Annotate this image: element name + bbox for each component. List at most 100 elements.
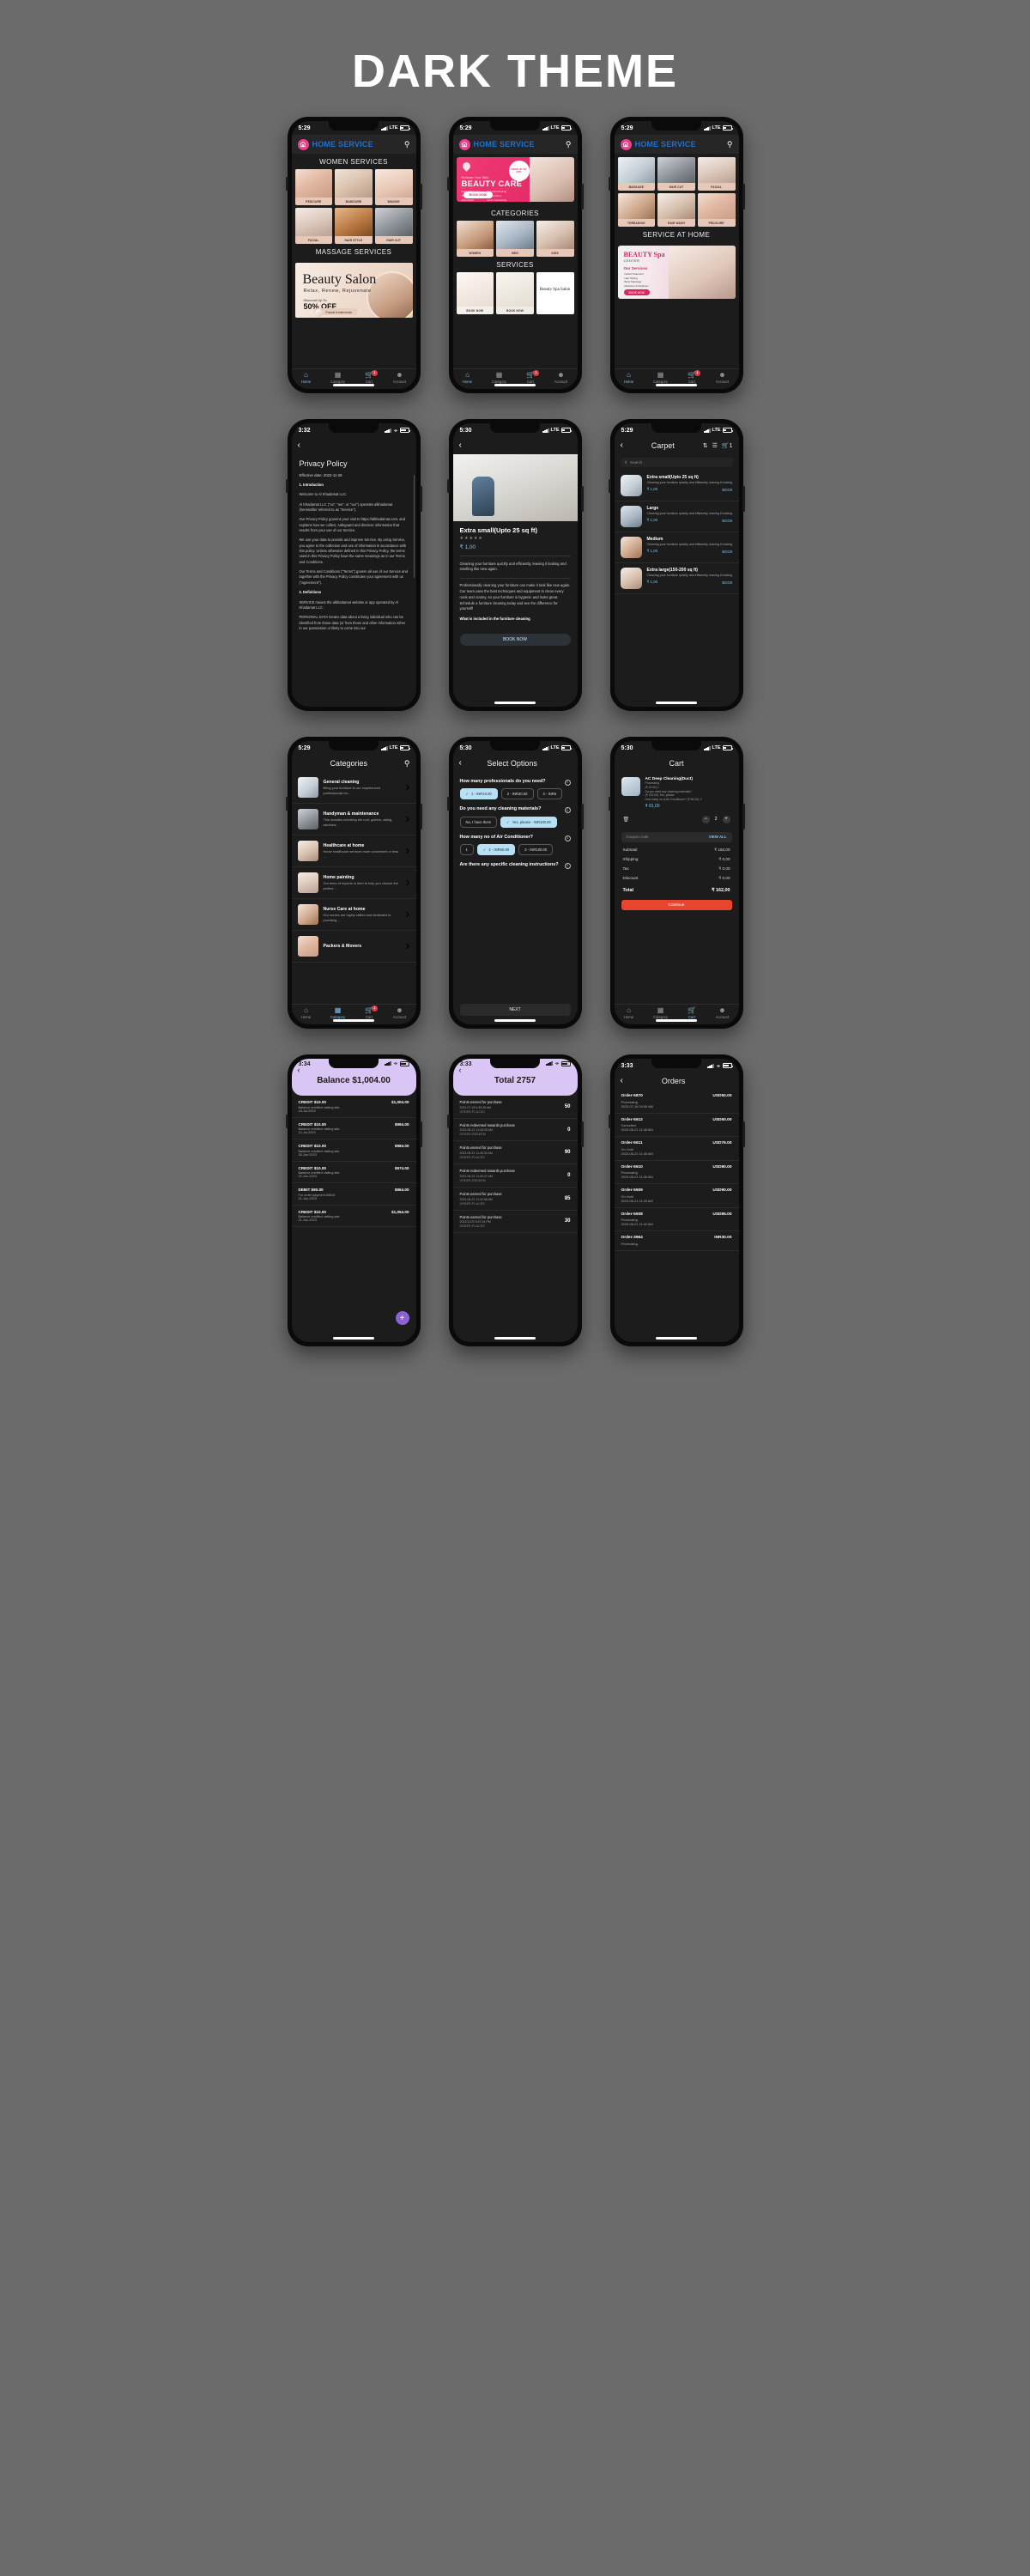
list-item[interactable]: Order-5512 USD50.00 Cancelled 2023-06-21 11… [614,1114,739,1137]
option-chip[interactable]: No, I have them [459,816,498,828]
tab-account[interactable]: ☻ Account [716,371,729,384]
tab-category[interactable]: ▦ Category [492,371,506,384]
list-item[interactable]: Points earned for purchase 2023-07-18 4:3… [452,1096,578,1119]
book-now-button[interactable]: BOOK NOW [459,633,571,646]
info-icon[interactable]: i [564,780,571,786]
list-item[interactable]: Extra large(150-200 sq ft) Cleaning your… [614,563,739,594]
promo-banner-beauty-salon[interactable]: Beauty Salon Relax, Renew, Rejuvenate Di… [294,263,413,318]
tab-cart[interactable]: 🛒 1 Cart [365,1005,378,1019]
list-item[interactable]: Medium Cleaning your furniture quickly a… [614,532,739,563]
list-item[interactable]: CREDIT $10.00 $974.00 Balance credited vis… [291,1162,416,1183]
back-button[interactable]: ‹ [621,1077,623,1085]
list-item[interactable]: CREDIT $10.00 $994.00 Balance credited vis… [291,1118,416,1139]
service-card[interactable]: BOOK NOW [456,272,494,314]
coupon-field[interactable]: Coupon code VIEW ALL [621,831,732,842]
list-item[interactable]: Nurse Care at home Our nurses are highly … [291,899,416,931]
service-tile[interactable]: HAIR WASH [657,193,695,227]
content-scroll[interactable]: MASSAGE HAIR CUT FACIAL THREADING HAIR W… [615,154,739,368]
service-card[interactable]: BOOK NOW [496,272,534,314]
points-list[interactable]: Points earned for purchase 2023-07-18 4:3… [452,1096,578,1342]
options-form[interactable]: How many professionals do you need? i ✓ 1 … [453,772,578,1024]
list-item[interactable]: Large Cleaning your furniture quickly an… [614,501,739,532]
filter-icon[interactable]: ☰ [712,442,718,449]
option-chip[interactable]: 3 - INR100.00 [518,843,554,855]
tab-account[interactable]: ☻ Account [716,1006,729,1019]
book-button[interactable]: BOOK [722,519,732,523]
promo-banner-beauty-care[interactable]: SAVE UP TO 60% Refresh Your Skin BEAUTY … [456,157,574,202]
back-button[interactable]: ‹ [298,1066,300,1074]
search-icon[interactable]: ⚲ [404,759,410,769]
info-icon[interactable]: i [564,862,571,869]
category-tile[interactable]: KIDS [536,221,574,257]
carpet-items-list[interactable]: Extra small(Upto 25 sq ft) Cleaning your… [614,471,739,707]
tab-category[interactable]: ▦ Category [653,1006,668,1019]
tab-category[interactable]: ▦ Category [653,371,668,384]
back-button[interactable]: ‹ [298,441,300,450]
option-chip[interactable]: 3 - INR6 [536,788,563,800]
service-tile[interactable]: PEDICURE [294,169,333,205]
list-item[interactable]: Points redeemed towards purchase 2023-06-… [452,1119,578,1142]
view-all-button[interactable]: VIEW ALL [709,835,727,839]
list-item[interactable]: Points earned for purchase 2023-06-21 11:… [452,1141,578,1165]
cart-icon[interactable]: 🛒1 [722,442,733,449]
list-item[interactable]: Order-5511 USD76.00 On Hold 2023-06-21 11:4… [614,1137,739,1161]
list-item[interactable]: CREDIT $10.00 $984.00 Balance credited vis… [291,1139,416,1162]
next-button[interactable]: NEXT [459,1004,571,1016]
back-button[interactable]: ‹ [621,441,623,450]
tab-home[interactable]: ⌂ Home [463,371,472,384]
continue-button[interactable]: Continue [621,900,732,911]
tab-cart[interactable]: 🛒 1 Cart [526,369,539,384]
sort-icon[interactable]: ⇅ [703,442,708,449]
option-chip[interactable]: 2 - INR30.00 [500,788,534,800]
tab-home[interactable]: ⌂ Home [624,1006,633,1019]
promo-book-now-button[interactable]: BOOK NOW [463,191,494,198]
option-chip[interactable]: 1 [459,843,474,855]
spa-promo-card[interactable]: BEAUTY Spa CENTER Our Services Facial Tr… [617,246,736,299]
book-button[interactable]: BOOK [722,550,732,554]
tab-home[interactable]: ⌂ Home [301,371,311,384]
tab-home[interactable]: ⌂ Home [624,371,633,384]
list-item[interactable]: Home painting Our team of experts is here… [291,867,416,899]
tab-account[interactable]: ☻ Account [554,371,567,384]
service-tile[interactable]: HAIR CUT [374,208,413,244]
increment-button[interactable]: + [722,815,730,823]
categories-list[interactable]: General cleaning Bring your furniture to … [291,772,416,1004]
add-balance-button[interactable]: + [395,1311,409,1325]
info-icon[interactable]: i [564,835,571,841]
decrement-button[interactable]: − [701,815,710,823]
list-item[interactable]: CREDIT $10.00 $1,004.00 Balance credited v… [291,1096,416,1118]
list-item[interactable]: Points earned for purchase 2023-06-21 11:… [452,1188,578,1211]
list-item[interactable]: Healthcare at home Home healthcare servic… [291,835,416,867]
tab-account[interactable]: ☻ Account [393,1006,406,1019]
cart-content[interactable]: AC Deep Cleaning(Duct) Processing (₹ 10,… [615,772,739,1004]
scrollbar[interactable] [413,475,415,578]
back-button[interactable]: ‹ [459,441,462,450]
option-chip[interactable]: ✓ Yes, please - INR100.00 [500,816,557,828]
info-icon[interactable]: i [564,807,571,814]
search-bar[interactable]: ⚲ Search [620,458,733,467]
service-tile[interactable]: PEDICURE [697,193,736,227]
service-tile[interactable]: MANICURE [335,169,373,205]
search-icon[interactable]: ⚲ [566,140,572,149]
list-item[interactable]: Handyman & maintenance This includes chec… [291,804,416,835]
service-tile[interactable]: THREADING [617,193,656,227]
tab-home[interactable]: ⌂ Home [301,1006,311,1019]
orders-list[interactable]: Order-5870 USD50.00 Processing 2023-07-18 0… [614,1090,739,1342]
category-tile[interactable]: WOMEN [456,221,494,257]
back-button[interactable]: ‹ [459,1066,462,1074]
service-tile[interactable]: MASSAGE [617,157,656,191]
list-item[interactable]: Packers & Movers › [291,931,416,963]
content-scroll[interactable]: SAVE UP TO 60% Refresh Your Skin BEAUTY … [453,154,578,368]
option-chip[interactable]: ✓ 2 - INR50.00 [476,843,516,855]
service-tile[interactable]: WAXING [374,169,413,205]
service-tile[interactable]: FACIAL [294,208,333,244]
transactions-list[interactable]: CREDIT $10.00 $1,004.00 Balance credited v… [291,1096,416,1342]
list-item[interactable]: General cleaning Bring your furniture to … [291,772,416,804]
list-item[interactable]: Points redeemed towards purchase 2023-06-… [452,1164,578,1188]
search-icon[interactable]: ⚲ [727,140,733,149]
service-tile[interactable]: HAIR STYLE [335,208,373,244]
back-button[interactable]: ‹ [459,759,462,768]
tab-cart[interactable]: 🛒 Cart [688,1006,696,1019]
delete-icon[interactable]: 🗑 [623,817,630,823]
list-item[interactable]: Order-5509 USD90.00 On Hold 2023-06-21 11:4… [614,1184,739,1208]
